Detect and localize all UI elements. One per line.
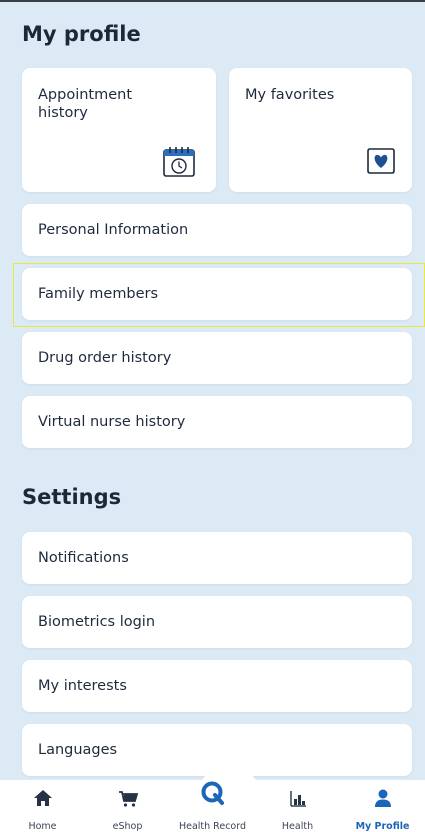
virtual-nurse-history-label: Virtual nurse history: [38, 414, 186, 430]
my-interests-label: My interests: [38, 678, 127, 694]
my-favorites-tile[interactable]: My favorites: [229, 68, 412, 192]
tab-my-profile-label: My Profile: [355, 821, 410, 832]
tab-health-record-label: Health Record: [178, 821, 247, 832]
bar-chart-icon: [289, 791, 306, 807]
my-favorites-label: My favorites: [245, 87, 335, 103]
personal-information-label: Personal Information: [38, 222, 189, 238]
languages-label: Languages: [38, 742, 118, 758]
my-profile-heading: My profile: [22, 22, 141, 46]
biometrics-login-item[interactable]: Biometrics login: [22, 596, 412, 648]
personal-information-item[interactable]: Personal Information: [22, 204, 412, 256]
drug-order-history-item[interactable]: Drug order history: [22, 332, 412, 384]
calendar-clock-icon: [162, 146, 196, 182]
settings-heading: Settings: [22, 485, 122, 509]
virtual-nurse-history-item[interactable]: Virtual nurse history: [22, 396, 412, 448]
cart-icon: [118, 791, 138, 807]
q-logo-icon: [201, 781, 224, 805]
focus-highlight: [13, 263, 425, 327]
heart-card-icon: [365, 146, 397, 180]
tab-eshop[interactable]: eShop: [85, 784, 170, 832]
my-interests-item[interactable]: My interests: [22, 660, 412, 712]
biometrics-login-label: Biometrics login: [38, 614, 156, 630]
top-border: [0, 0, 425, 2]
home-icon: [33, 790, 52, 806]
notifications-item[interactable]: Notifications: [22, 532, 412, 584]
tab-eshop-label: eShop: [112, 821, 143, 832]
tab-health[interactable]: Health: [255, 784, 340, 832]
drug-order-history-label: Drug order history: [38, 350, 172, 366]
tab-health-record[interactable]: Health Record: [170, 781, 255, 832]
tab-home-label: Home: [28, 821, 57, 832]
appointment-history-tile[interactable]: Appointment history: [22, 68, 216, 192]
tab-health-label: Health: [281, 821, 314, 832]
tab-my-profile[interactable]: My Profile: [340, 784, 425, 832]
person-icon: [374, 789, 391, 807]
tab-home[interactable]: Home: [0, 784, 85, 832]
appointment-history-label: Appointment history: [38, 87, 133, 121]
notifications-label: Notifications: [38, 550, 129, 566]
